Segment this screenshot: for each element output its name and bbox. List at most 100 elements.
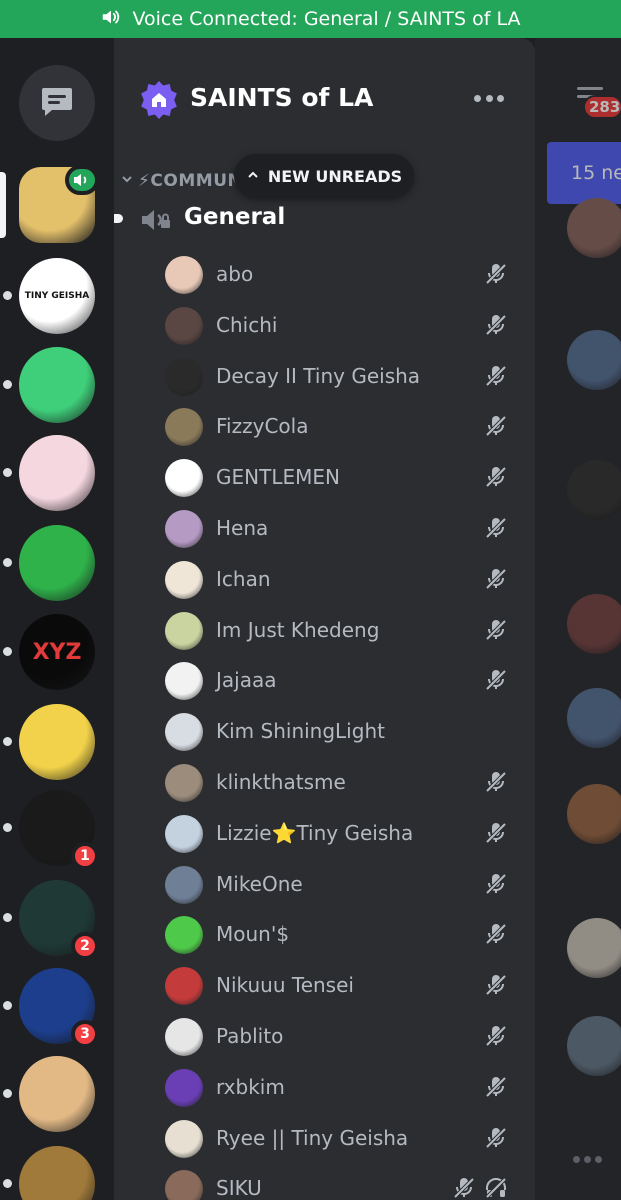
server-unread-indicator [3, 647, 12, 656]
voice-member[interactable]: Ryee || Tiny Geisha [114, 1114, 535, 1164]
voice-member[interactable]: klinkthatsme [114, 758, 535, 808]
voice-member[interactable]: SIKU [114, 1164, 535, 1200]
mic-muted-icon [484, 1024, 508, 1048]
mention-badge: 3 [71, 1020, 99, 1048]
avatar [165, 459, 203, 498]
server-icon[interactable]: 1 [3, 790, 99, 870]
voice-active-icon [65, 165, 99, 195]
chat-area-peek: 283 15 ne [535, 38, 621, 1200]
voice-member[interactable]: abo [114, 250, 535, 300]
mic-muted-icon [484, 821, 508, 845]
server-unread-indicator [3, 468, 12, 477]
avatar [165, 1170, 203, 1200]
chevron-down-icon [120, 171, 134, 191]
avatar [165, 1018, 203, 1056]
server-avatar: XYZ [19, 614, 95, 690]
channel-panel: SAINTS of LA ⚡COMMUN NEW UNREADS General… [114, 38, 535, 1200]
more-options-button[interactable] [474, 88, 504, 108]
mention-count-badge: 283 [583, 95, 621, 119]
member-name: Hena [216, 516, 269, 540]
member-name: Kim ShiningLight [216, 719, 385, 744]
voice-member[interactable]: rxbkim [114, 1063, 535, 1113]
server-icon[interactable] [3, 525, 95, 601]
avatar [165, 560, 203, 599]
message-avatar[interactable] [567, 1016, 621, 1076]
server-icon[interactable] [19, 165, 99, 243]
server-icon[interactable]: TINY GEISHA [3, 258, 95, 334]
voice-member[interactable]: Im Just Khedeng [114, 606, 535, 656]
mic-muted-icon [484, 1126, 508, 1150]
member-name: MikeOne [216, 871, 303, 896]
voice-channel-general[interactable]: General [114, 200, 535, 238]
voice-member[interactable]: Nikuuu Tensei [114, 961, 535, 1011]
voice-member[interactable]: Lizzie⭐Tiny Geisha [114, 809, 535, 859]
member-name: Pablito [216, 1024, 284, 1048]
mic-muted-icon [484, 973, 508, 997]
server-unread-indicator [3, 737, 12, 746]
voice-connected-text: Voice Connected: General / SAINTS of LA [132, 8, 521, 30]
member-name: Nikuuu Tensei [216, 973, 354, 998]
voice-member[interactable]: FizzyCola [114, 402, 535, 452]
avatar [165, 357, 203, 396]
message-avatar[interactable] [567, 688, 621, 748]
new-unreads-button[interactable]: NEW UNREADS [234, 154, 414, 198]
member-name: Moun'$ [216, 922, 290, 947]
message-avatar[interactable] [567, 330, 621, 390]
server-icon[interactable] [3, 1056, 95, 1132]
avatar [165, 408, 203, 447]
server-unread-indicator [3, 1001, 12, 1010]
voice-connected-bar[interactable]: Voice Connected: General / SAINTS of LA [0, 0, 621, 38]
voice-member[interactable]: Chichi [114, 301, 535, 351]
voice-member[interactable]: MikeOne [114, 860, 535, 910]
server-icon[interactable]: 3 [3, 968, 99, 1048]
server-icon[interactable] [3, 347, 95, 423]
server-icon[interactable] [3, 1146, 95, 1200]
mic-muted-icon [484, 414, 508, 438]
avatar [165, 865, 203, 904]
avatar [165, 713, 203, 752]
server-avatar [19, 347, 95, 423]
voice-member[interactable]: GENTLEMEN [114, 453, 535, 503]
avatar [165, 967, 203, 1006]
message-avatar[interactable] [567, 594, 621, 654]
voice-member[interactable]: Decay II Tiny Geisha [114, 352, 535, 402]
member-name: Ichan [216, 566, 271, 591]
chevron-up-icon [246, 167, 260, 186]
speaker-locked-icon [140, 206, 172, 238]
mention-badge: 2 [71, 932, 99, 960]
new-unreads-label: NEW UNREADS [267, 166, 403, 186]
server-avatar: TINY GEISHA [19, 258, 95, 334]
server-header[interactable]: SAINTS of LA [114, 38, 535, 162]
voice-member[interactable]: Jajaaa [114, 656, 535, 706]
member-name: Lizzie⭐Tiny Geisha [216, 820, 414, 845]
server-icon[interactable] [3, 435, 95, 511]
server-icon[interactable]: 2 [3, 880, 99, 960]
member-name: GENTLEMEN [216, 465, 340, 490]
message-avatar[interactable] [567, 198, 621, 258]
channel-category[interactable]: ⚡COMMUN [120, 171, 242, 191]
avatar [165, 916, 203, 955]
direct-messages-button[interactable] [19, 65, 95, 141]
new-messages-bar[interactable]: 15 ne [547, 142, 621, 204]
message-avatar[interactable] [567, 460, 621, 520]
home-badge-icon [141, 81, 177, 119]
chat-bubble-icon [40, 85, 74, 121]
server-icon[interactable]: XYZ [3, 614, 95, 690]
voice-member[interactable]: Hena [114, 504, 535, 554]
voice-member[interactable]: Kim ShiningLight [114, 707, 535, 757]
message-avatar[interactable] [567, 784, 621, 844]
voice-member[interactable]: Moun'$ [114, 910, 535, 960]
member-name: abo [216, 262, 254, 286]
member-name: Ryee || Tiny Geisha [216, 1125, 409, 1150]
message-avatar[interactable] [567, 918, 621, 978]
mic-muted-icon [484, 922, 508, 946]
server-name: SAINTS of LA [190, 83, 374, 112]
member-name: Chichi [216, 312, 278, 337]
voice-member[interactable]: Pablito [114, 1012, 535, 1062]
member-name: Jajaaa [216, 668, 277, 693]
mention-badge: 1 [71, 842, 99, 870]
avatar [165, 256, 203, 294]
server-icon[interactable] [3, 704, 95, 780]
voice-member[interactable]: Ichan [114, 555, 535, 605]
avatar [165, 764, 203, 802]
